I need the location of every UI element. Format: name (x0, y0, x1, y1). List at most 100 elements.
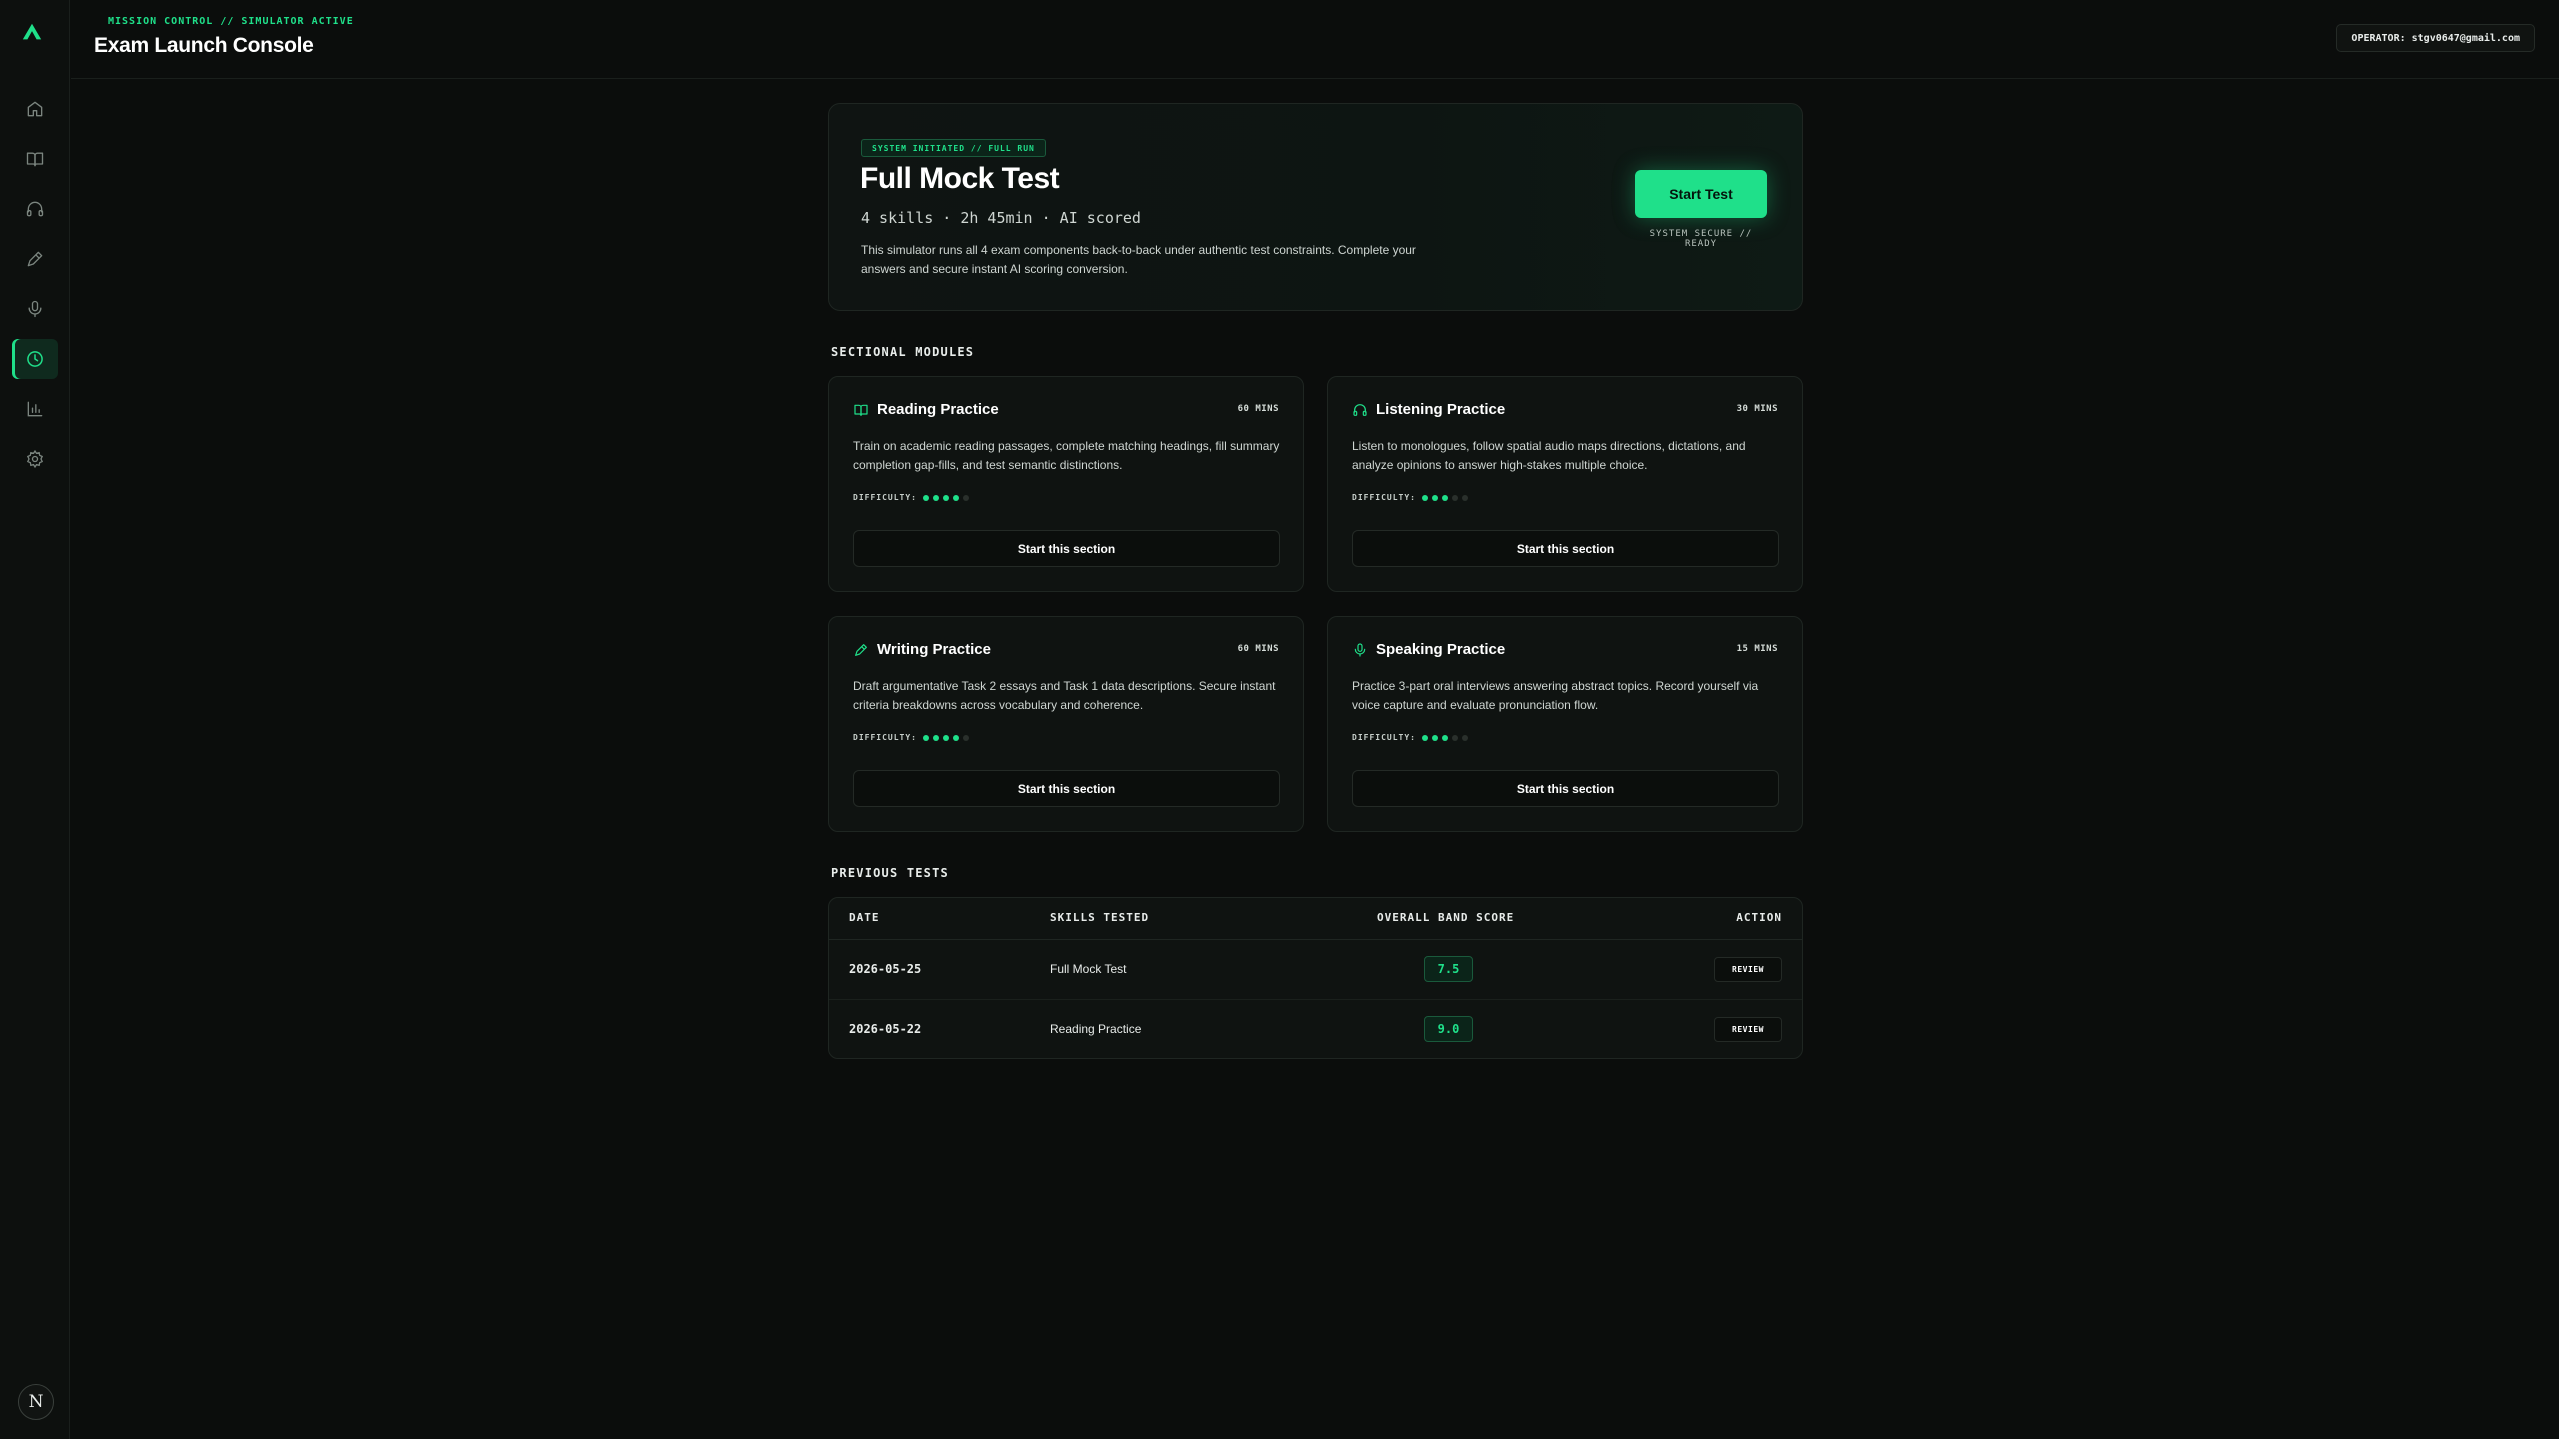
pen-icon (27, 251, 43, 267)
difficulty-dot-filled (922, 494, 929, 501)
sidebar-item-home[interactable] (12, 89, 58, 129)
band-score-badge: 9.0 (1424, 1016, 1473, 1042)
difficulty-dot-filled (1441, 734, 1448, 741)
difficulty-dot-empty (962, 494, 969, 501)
system-status-text: SYSTEM SECURE // READY (1649, 229, 1753, 249)
difficulty-dot-filled (1441, 494, 1448, 501)
sidebar-item-speaking[interactable] (12, 289, 58, 329)
difficulty-dot-filled (1421, 734, 1428, 741)
operator-badge[interactable]: OPERATOR: stgv0647@gmail.com (2336, 24, 2535, 52)
start-section-button-listening[interactable]: Start this section (1352, 530, 1779, 567)
module-card-listening: Listening Practice 30 MINS Listen to mon… (1327, 376, 1803, 592)
module-description: Train on academic reading passages, comp… (853, 439, 1280, 472)
sidebar-item-analytics[interactable] (12, 389, 58, 429)
difficulty-rating: DIFFICULTY: (853, 493, 969, 502)
review-button[interactable]: REVIEW (1714, 957, 1782, 982)
column-header-date: DATE (849, 911, 880, 924)
difficulty-dot-filled (1431, 734, 1438, 741)
module-duration: 60 MINS (1237, 404, 1279, 414)
band-score-badge: 7.5 (1424, 956, 1473, 982)
module-description: Listen to monologues, follow spatial aud… (1352, 439, 1746, 472)
module-duration: 15 MINS (1736, 644, 1778, 654)
breadcrumb: MISSION CONTROL // SIMULATOR ACTIVE (108, 16, 354, 27)
clock-icon (27, 351, 43, 367)
previous-tests-table: DATE SKILLS TESTED OVERALL BAND SCORE AC… (828, 897, 1803, 1059)
sidebar-item-listening[interactable] (12, 189, 58, 229)
headphones-icon (1353, 403, 1367, 416)
difficulty-label: DIFFICULTY: (1352, 733, 1416, 742)
start-section-button-writing[interactable]: Start this section (853, 770, 1280, 807)
difficulty-dot-empty (1461, 494, 1468, 501)
difficulty-rating: DIFFICULTY: (1352, 493, 1468, 502)
sectional-modules-heading: SECTIONAL MODULES (831, 345, 975, 359)
pen-icon (855, 643, 867, 656)
difficulty-dot-filled (922, 734, 929, 741)
start-test-button[interactable]: Start Test (1635, 170, 1767, 218)
start-section-button-reading[interactable]: Start this section (853, 530, 1280, 567)
difficulty-label: DIFFICULTY: (853, 493, 917, 502)
difficulty-dots (922, 734, 969, 741)
difficulty-dots (1421, 734, 1468, 741)
difficulty-dot-filled (942, 734, 949, 741)
difficulty-dot-filled (932, 734, 939, 741)
book-icon (26, 152, 44, 167)
module-title: Listening Practice (1376, 401, 1506, 418)
module-card-reading: Reading Practice 60 MINS Train on academ… (828, 376, 1304, 592)
page-title: Exam Launch Console (94, 34, 314, 57)
mic-icon (28, 300, 42, 318)
difficulty-dot-empty (1451, 734, 1458, 741)
book-icon (854, 404, 868, 416)
row-skills: Reading Practice (1050, 1022, 1142, 1036)
difficulty-dots (922, 494, 969, 501)
hero-title: Full Mock Test (860, 162, 1060, 195)
home-icon (27, 101, 43, 117)
difficulty-dot-empty (962, 734, 969, 741)
sidebar-item-reading[interactable] (12, 139, 58, 179)
mic-icon (1354, 642, 1366, 657)
table-row: 2026-05-22 Reading Practice 9.0 REVIEW (829, 1000, 1802, 1058)
gear-icon (26, 449, 44, 469)
table-header: DATE SKILLS TESTED OVERALL BAND SCORE AC… (829, 898, 1802, 940)
sidebar-item-writing[interactable] (12, 239, 58, 279)
status-badge: SYSTEM INITIATED // FULL RUN (861, 139, 1046, 157)
row-date: 2026-05-25 (849, 962, 922, 976)
difficulty-rating: DIFFICULTY: (1352, 733, 1468, 742)
difficulty-dot-filled (1421, 494, 1428, 501)
user-avatar[interactable]: N (18, 1384, 54, 1420)
top-header: MISSION CONTROL // SIMULATOR ACTIVE Exam… (71, 0, 2559, 79)
difficulty-dot-filled (932, 494, 939, 501)
headphones-icon (26, 201, 44, 217)
column-header-score: OVERALL BAND SCORE (1377, 911, 1515, 924)
sidebar: N (0, 0, 70, 1439)
hero-description: This simulator runs all 4 exam component… (861, 243, 1416, 276)
full-mock-test-card: SYSTEM INITIATED // FULL RUN Full Mock T… (828, 103, 1803, 311)
table-row: 2026-05-25 Full Mock Test 7.5 REVIEW (829, 940, 1802, 1000)
difficulty-label: DIFFICULTY: (1352, 493, 1416, 502)
module-description: Draft argumentative Task 2 essays and Ta… (853, 679, 1276, 712)
difficulty-dot-empty (1451, 494, 1458, 501)
review-button[interactable]: REVIEW (1714, 1017, 1782, 1042)
difficulty-dot-filled (1431, 494, 1438, 501)
module-duration: 30 MINS (1736, 404, 1778, 414)
app-logo-icon[interactable] (19, 19, 45, 45)
module-card-writing: Writing Practice 60 MINS Draft argumenta… (828, 616, 1304, 832)
column-header-skills: SKILLS TESTED (1050, 911, 1150, 924)
module-title: Speaking Practice (1376, 641, 1506, 658)
module-title: Reading Practice (877, 401, 999, 418)
module-card-speaking: Speaking Practice 15 MINS Practice 3-par… (1327, 616, 1803, 832)
sidebar-item-mock-test[interactable] (12, 339, 58, 379)
difficulty-dot-filled (952, 494, 959, 501)
difficulty-rating: DIFFICULTY: (853, 733, 969, 742)
previous-tests-heading: PREVIOUS TESTS (831, 866, 949, 880)
row-skills: Full Mock Test (1050, 962, 1127, 976)
module-duration: 60 MINS (1237, 644, 1279, 654)
difficulty-dot-filled (952, 734, 959, 741)
start-section-button-speaking[interactable]: Start this section (1352, 770, 1779, 807)
difficulty-dots (1421, 494, 1468, 501)
sidebar-item-settings[interactable] (12, 439, 58, 479)
difficulty-label: DIFFICULTY: (853, 733, 917, 742)
column-header-action: ACTION (1736, 911, 1782, 924)
row-date: 2026-05-22 (849, 1022, 922, 1036)
bar-chart-icon (27, 401, 43, 417)
module-title: Writing Practice (877, 641, 991, 658)
